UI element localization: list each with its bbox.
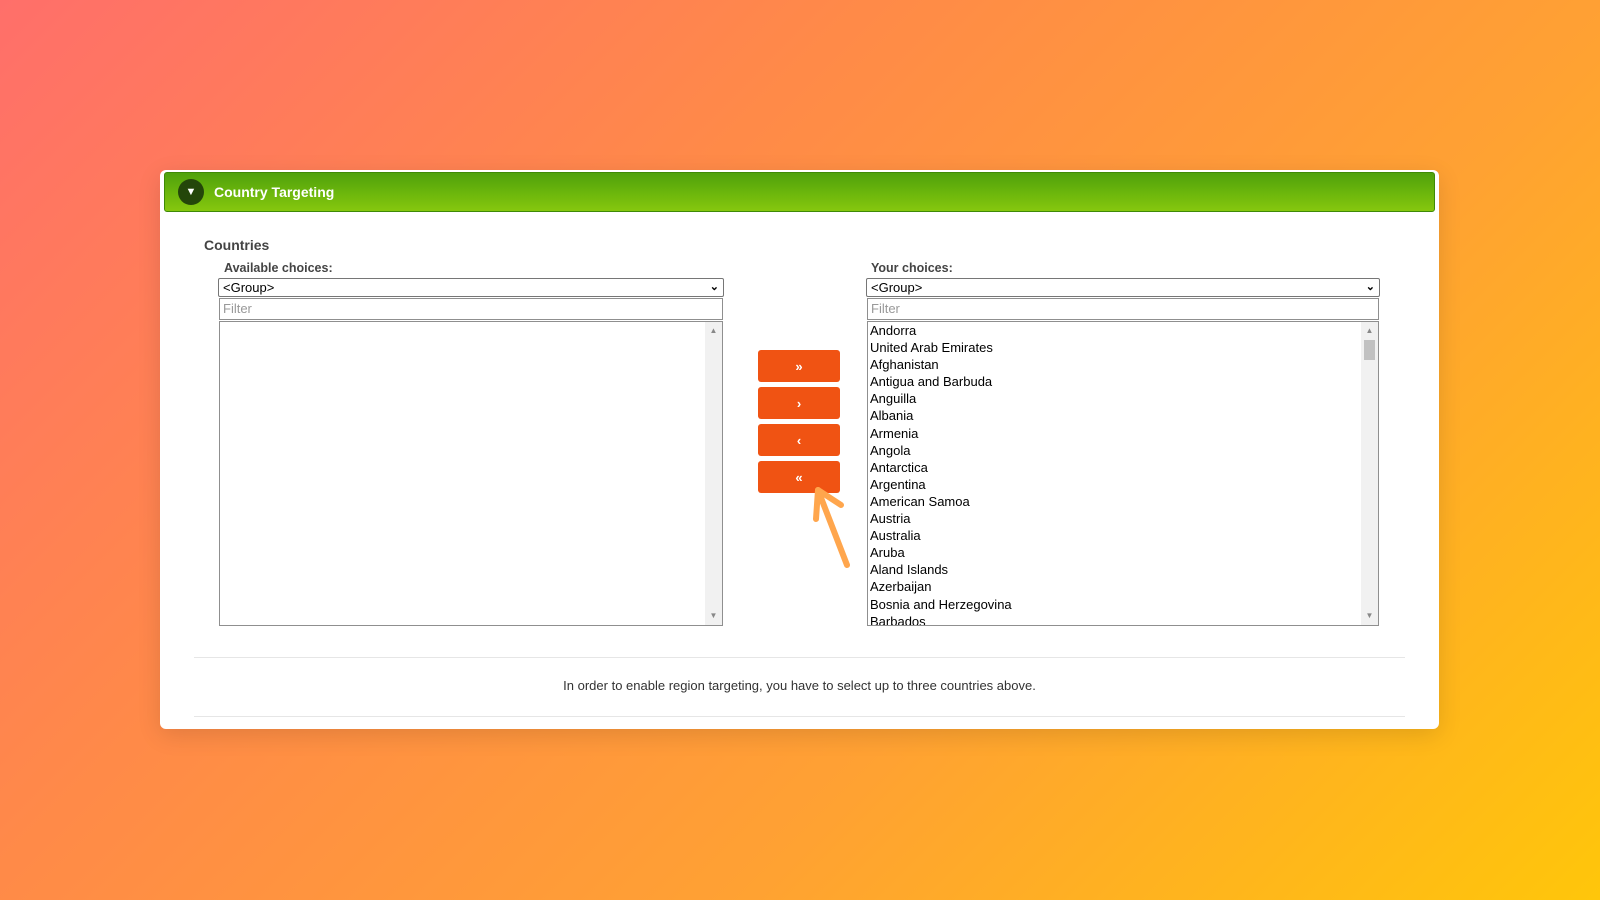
chosen-group-value: <Group>	[871, 280, 923, 295]
panel-header[interactable]: ▼ Country Targeting	[164, 172, 1435, 212]
country-option[interactable]: Antarctica	[868, 459, 1378, 476]
country-option[interactable]: Antigua and Barbuda	[868, 373, 1378, 390]
country-option[interactable]: Andorra	[868, 322, 1378, 339]
scroll-down-icon[interactable]: ▼	[1361, 609, 1378, 623]
section-label-countries: Countries	[204, 237, 270, 253]
available-scrollbar[interactable]: ▲ ▼	[705, 322, 722, 625]
country-option[interactable]: Azerbaijan	[868, 578, 1378, 595]
chevron-down-icon: ⌄	[709, 281, 719, 293]
add-selected-button[interactable]: ›	[758, 387, 840, 419]
country-option[interactable]: Argentina	[868, 476, 1378, 493]
available-choices-label: Available choices:	[224, 261, 333, 275]
collapse-toggle-icon[interactable]: ▼	[178, 179, 204, 205]
available-group-value: <Group>	[223, 280, 275, 295]
triangle-down-icon: ▼	[185, 186, 197, 198]
available-group-select[interactable]: <Group> ⌄	[218, 278, 724, 297]
country-option[interactable]: Albania	[868, 407, 1378, 424]
country-option[interactable]: Barbados	[868, 613, 1378, 625]
chosen-choices-list[interactable]: Andorra United Arab Emirates Afghanistan An…	[867, 321, 1379, 626]
country-option[interactable]: Austria	[868, 510, 1378, 527]
divider-bottom	[194, 716, 1405, 717]
your-choices-label: Your choices:	[871, 261, 953, 275]
country-option[interactable]: Armenia	[868, 425, 1378, 442]
country-option[interactable]: United Arab Emirates	[868, 339, 1378, 356]
country-option[interactable]: Angola	[868, 442, 1378, 459]
scroll-up-icon[interactable]: ▲	[1361, 324, 1378, 338]
country-option[interactable]: Aruba	[868, 544, 1378, 561]
chosen-group-select[interactable]: <Group> ⌄	[866, 278, 1380, 297]
country-option[interactable]: Bosnia and Herzegovina	[868, 596, 1378, 613]
region-targeting-note: In order to enable region targeting, you…	[563, 678, 1036, 693]
available-choices-list[interactable]: ▲ ▼	[219, 321, 723, 626]
scroll-up-icon[interactable]: ▲	[705, 324, 722, 338]
country-option[interactable]: Afghanistan	[868, 356, 1378, 373]
remove-selected-button[interactable]: ‹	[758, 424, 840, 456]
remove-all-button[interactable]: «	[758, 461, 840, 493]
country-option[interactable]: Australia	[868, 527, 1378, 544]
country-option[interactable]: Anguilla	[868, 390, 1378, 407]
chevron-down-icon: ⌄	[1365, 281, 1375, 293]
country-option[interactable]: Aland Islands	[868, 561, 1378, 578]
chosen-scrollbar[interactable]: ▲ ▼	[1361, 322, 1378, 625]
chosen-options-container: Andorra United Arab Emirates Afghanistan An…	[868, 322, 1378, 625]
available-filter-input[interactable]: Filter	[219, 298, 723, 320]
scroll-down-icon[interactable]: ▼	[705, 609, 722, 623]
country-targeting-panel: ▼ Country Targeting Countries Available …	[160, 170, 1439, 729]
panel-title: Country Targeting	[214, 184, 335, 200]
add-all-button[interactable]: »	[758, 350, 840, 382]
scroll-thumb[interactable]	[1364, 340, 1375, 360]
divider-top	[194, 657, 1405, 658]
country-option[interactable]: American Samoa	[868, 493, 1378, 510]
chosen-filter-input[interactable]: Filter	[867, 298, 1379, 320]
